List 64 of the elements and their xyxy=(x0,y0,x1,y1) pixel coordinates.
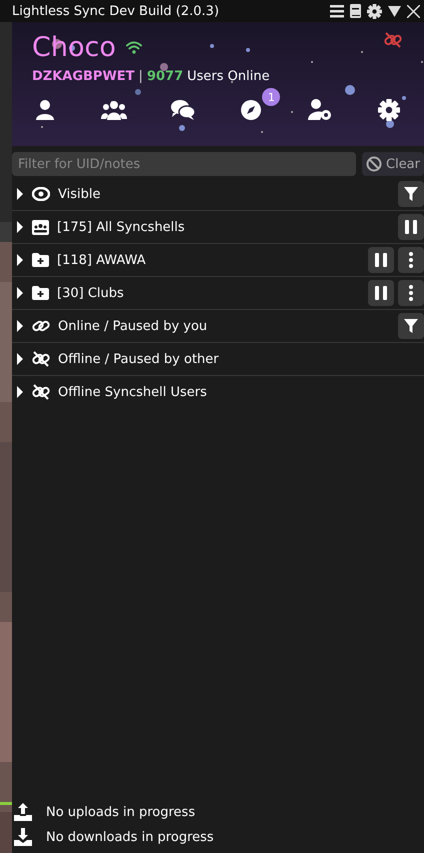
group-label[interactable]: Offline Syncshell Users xyxy=(58,384,416,400)
folder-plus-icon xyxy=(32,286,49,300)
clear-button[interactable]: Clear xyxy=(362,152,424,176)
expand-arrow-icon[interactable] xyxy=(16,386,24,398)
group-label[interactable]: [175] All Syncshells xyxy=(57,220,390,234)
more-icon xyxy=(409,285,413,301)
more-button[interactable] xyxy=(398,280,424,306)
upload-icon xyxy=(14,803,32,821)
folder-plus-icon xyxy=(32,253,49,267)
chat-icon xyxy=(170,99,195,121)
expand-arrow-icon[interactable] xyxy=(16,353,24,365)
pause-icon xyxy=(405,220,417,234)
filter-icon xyxy=(404,187,418,201)
filter-field[interactable]: Filter for UID/notes xyxy=(12,152,356,176)
window-title: Lightless Sync Dev Build (2.0.3) xyxy=(12,4,220,18)
book-icon[interactable] xyxy=(350,4,361,18)
download-icon xyxy=(14,828,32,846)
compass-icon xyxy=(241,100,262,120)
user-icon xyxy=(36,100,54,120)
more-button[interactable] xyxy=(398,247,424,273)
notification-badge: 1 xyxy=(262,88,280,106)
settings-icon[interactable] xyxy=(367,4,382,18)
pause-button[interactable] xyxy=(368,247,394,273)
collapse-icon[interactable] xyxy=(388,6,401,16)
transfer-status: No downloads in progress xyxy=(46,830,214,844)
wifi-icon xyxy=(126,41,142,54)
filter-button[interactable] xyxy=(398,313,424,339)
unlink-icon xyxy=(32,351,50,367)
filter-icon xyxy=(404,319,418,333)
transfer-status: No uploads in progress xyxy=(46,804,196,820)
eye-icon xyxy=(32,187,50,201)
separator: | xyxy=(138,69,143,84)
group-icon xyxy=(32,220,49,234)
pause-button[interactable] xyxy=(398,214,424,240)
nav-tab[interactable] xyxy=(307,98,334,122)
group-label[interactable]: Online / Paused by you xyxy=(58,318,390,334)
unlink-icon xyxy=(32,384,50,400)
online-count: 9077 xyxy=(146,69,184,84)
nav-tab[interactable] xyxy=(100,98,127,122)
group-label[interactable]: Offline / Paused by other xyxy=(58,352,416,366)
group-label[interactable]: [118] AWAWA xyxy=(57,252,360,268)
pause-icon xyxy=(375,253,387,267)
link-icon xyxy=(32,318,50,334)
expand-arrow-icon[interactable] xyxy=(16,254,24,266)
pause-icon xyxy=(375,286,387,300)
clear-icon xyxy=(366,156,382,172)
expand-arrow-icon[interactable] xyxy=(16,287,24,299)
disconnect-icon[interactable] xyxy=(384,32,402,48)
user-gear-icon xyxy=(308,99,332,121)
menu-icon[interactable] xyxy=(330,4,344,18)
group-label[interactable]: [30] Clubs xyxy=(57,286,360,300)
expand-arrow-icon[interactable] xyxy=(16,188,24,200)
close-icon[interactable] xyxy=(407,4,420,18)
group-label[interactable]: Visible xyxy=(58,186,390,202)
nav-tab[interactable] xyxy=(170,98,196,122)
expand-arrow-icon[interactable] xyxy=(16,320,24,332)
filter-button[interactable] xyxy=(398,181,424,207)
user-uid: DZKAGBPWET xyxy=(32,69,135,84)
users-icon xyxy=(100,100,127,120)
pause-button[interactable] xyxy=(368,280,394,306)
expand-arrow-icon[interactable] xyxy=(16,221,24,233)
user-name: Choco xyxy=(32,32,116,63)
more-icon xyxy=(409,252,413,268)
online-label: Users Online xyxy=(187,69,270,84)
